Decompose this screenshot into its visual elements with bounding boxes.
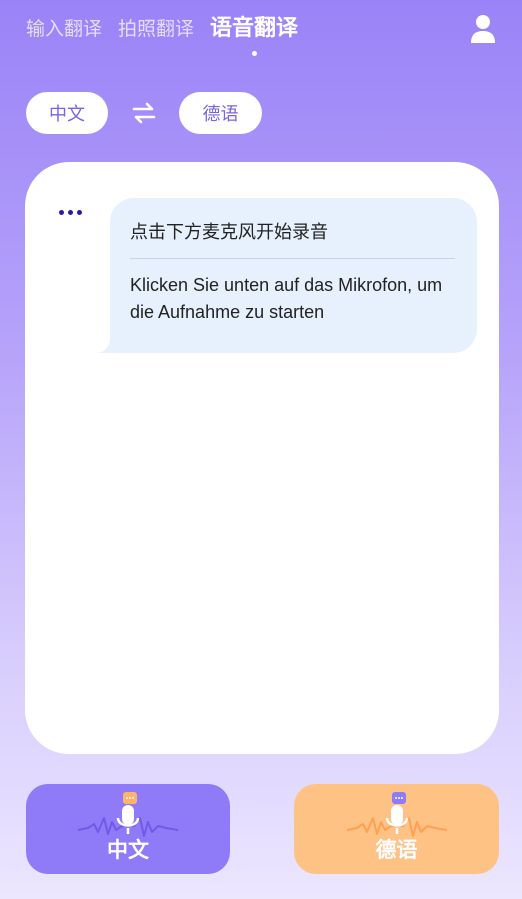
record-source-label: 中文 <box>107 838 149 862</box>
bubble-tail <box>96 337 116 353</box>
user-icon[interactable] <box>470 14 496 44</box>
translated-text: Klicken Sie unten auf das Mikrofon, um d… <box>130 275 443 322</box>
bubble-divider <box>130 258 455 259</box>
record-source-button[interactable]: 中文 <box>26 784 230 874</box>
target-language-button[interactable]: 德语 <box>179 92 262 134</box>
source-language-button[interactable]: 中文 <box>26 92 108 134</box>
conversation-card: 点击下方麦克风开始录音 Klicken Sie unten auf das Mi… <box>25 162 499 754</box>
active-tab-indicator <box>252 51 258 56</box>
top-tabs: 输入翻译 拍照翻译 语音翻译 <box>26 10 314 56</box>
message-bubble: 点击下方麦克风开始录音 Klicken Sie unten auf das Mi… <box>96 198 477 353</box>
dot <box>59 210 64 215</box>
record-target-label: 德语 <box>375 838 418 862</box>
dot <box>77 210 82 215</box>
record-target-button[interactable]: 德语 <box>294 784 499 874</box>
tab-text-translate[interactable]: 输入翻译 <box>26 14 102 41</box>
source-text: 点击下方麦克风开始录音 <box>130 222 328 243</box>
swap-arrows-icon[interactable] <box>131 100 157 126</box>
tab-voice-translate[interactable]: 语音翻译 <box>210 10 299 56</box>
more-dots-icon[interactable] <box>59 210 86 215</box>
dot <box>68 210 73 215</box>
tab-voice-translate-label: 语音翻译 <box>210 16 299 41</box>
tab-photo-translate[interactable]: 拍照翻译 <box>118 14 194 41</box>
language-selector: 中文 德语 <box>26 92 326 134</box>
